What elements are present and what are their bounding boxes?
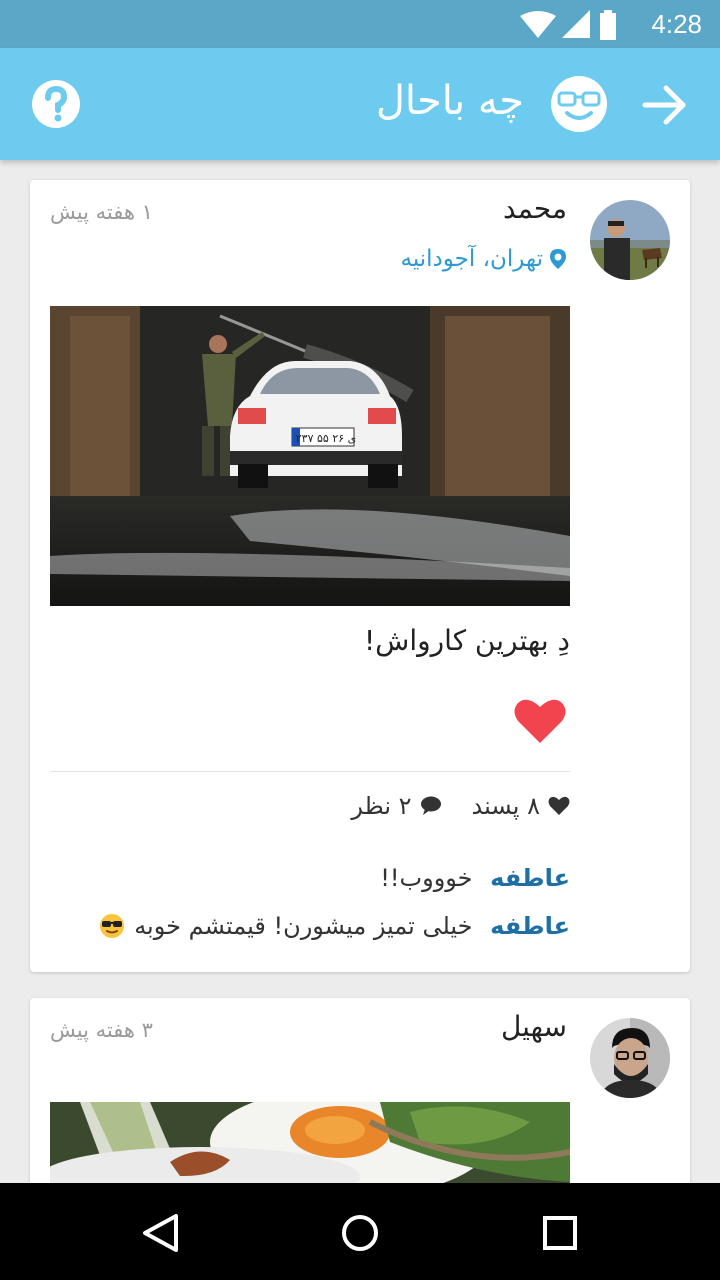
- location-label: تهران، آجودانیه: [400, 246, 543, 272]
- license-plate: ۲۳۷ ی ۲۶ ۵۵: [296, 432, 357, 445]
- heart-small-icon: [548, 796, 570, 815]
- post-photo[interactable]: [50, 1102, 570, 1183]
- post-author[interactable]: محمد: [503, 192, 567, 225]
- sunglasses-emoji-icon: [99, 914, 124, 938]
- location-pin-icon: [550, 249, 566, 269]
- post-caption: دِ بهترین کارواش!: [363, 624, 570, 657]
- comment: عاطفه خیلی تمیز میشورن! قیمتشم خوبه: [99, 912, 570, 940]
- avatar[interactable]: [590, 1018, 670, 1098]
- arrow-forward-icon[interactable]: [642, 82, 688, 128]
- comment-bubble-icon: [420, 796, 441, 815]
- post-stats: ۸ پسند ۲ نظر: [351, 792, 570, 820]
- post-time: ۳ هفته پیش: [50, 1018, 153, 1042]
- status-icons: [520, 10, 616, 40]
- post-author[interactable]: سهیل: [501, 1010, 567, 1043]
- likes-label: ۸ پسند: [471, 792, 540, 820]
- post-time: ۱ هفته پیش: [50, 200, 153, 224]
- comments-count[interactable]: ۲ نظر: [351, 792, 441, 820]
- divider: [50, 771, 570, 772]
- comment-author[interactable]: عاطفه: [490, 912, 570, 940]
- comment-text: خیلی تمیز میشورن! قیمتشم خوبه: [134, 912, 473, 940]
- comment-text: خوووب!!: [380, 864, 473, 892]
- battery-icon: [600, 10, 616, 40]
- app-title: چه باحال: [375, 78, 524, 124]
- comments-label: ۲ نظر: [351, 792, 412, 820]
- status-bar: 4:28: [0, 0, 720, 48]
- avatar[interactable]: [590, 200, 670, 280]
- recents-nav-icon[interactable]: [542, 1215, 578, 1251]
- like-heart-icon[interactable]: [514, 698, 566, 744]
- feed[interactable]: محمد ۱ هفته پیش تهران، آجودانیه ۲۳۷ ی ۲۶…: [0, 160, 720, 1183]
- comment: عاطفه خوووب!!: [380, 864, 570, 892]
- post-location[interactable]: تهران، آجودانیه: [400, 246, 567, 272]
- post-card[interactable]: سهیل ۳ هفته پیش: [30, 998, 690, 1183]
- wifi-icon: [520, 11, 556, 38]
- navigation-bar: [0, 1183, 720, 1280]
- likes-count[interactable]: ۸ پسند: [472, 792, 570, 820]
- back-nav-icon[interactable]: [142, 1213, 180, 1253]
- clock: 4:28: [651, 9, 702, 39]
- comment-author[interactable]: عاطفه: [490, 864, 570, 892]
- help-icon[interactable]: [31, 79, 81, 129]
- post-card[interactable]: محمد ۱ هفته پیش تهران، آجودانیه ۲۳۷ ی ۲۶…: [30, 180, 690, 972]
- post-photo[interactable]: ۲۳۷ ی ۲۶ ۵۵: [50, 306, 570, 606]
- signal-icon: [562, 10, 590, 38]
- app-bar: چه باحال: [0, 48, 720, 160]
- home-nav-icon[interactable]: [340, 1213, 380, 1253]
- smiley-icon: [551, 76, 607, 132]
